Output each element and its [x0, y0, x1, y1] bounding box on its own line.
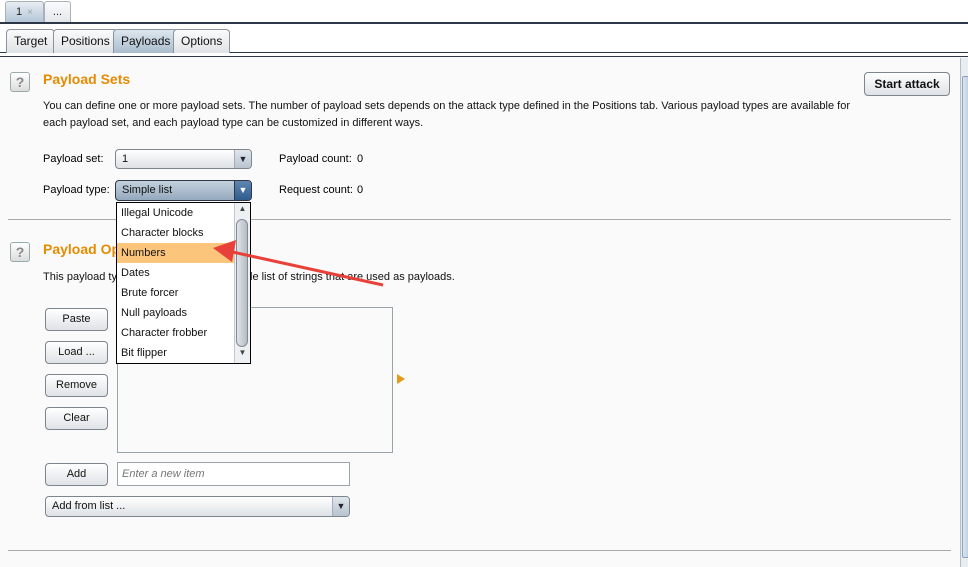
annotation-arrow-shaft [227, 249, 384, 287]
annotation-arrow-head [213, 240, 236, 262]
annotation-arrow [213, 240, 384, 287]
